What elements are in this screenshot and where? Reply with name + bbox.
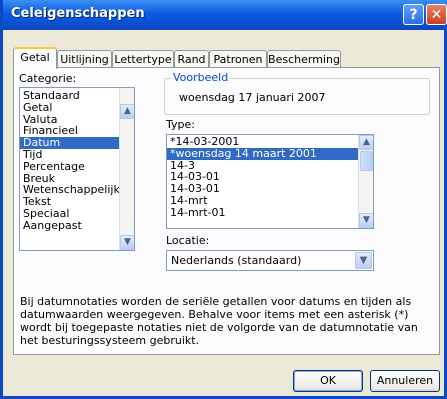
list-item[interactable]: Percentage [20,160,134,173]
tab-patronen[interactable]: Patronen [209,50,267,68]
list-item[interactable]: Getal [20,101,134,114]
format-description: Bij datumnotaties worden de seriële geta… [20,295,418,347]
chevron-down-icon[interactable]: ▼ [355,252,372,269]
tab-uitlijning[interactable]: Uitlijning [57,50,112,68]
tab-panel-getal: Categorie: Standaard Getal Valuta Financ… [13,67,440,355]
tab-rand[interactable]: Rand [174,50,209,68]
title-bar[interactable]: Celeigenschappen ? ✕ [3,0,447,30]
dialog-title: Celeigenschappen [11,6,145,21]
list-item-selected[interactable]: *woensdag 14 maart 2001 [167,147,373,160]
tab-lettertype[interactable]: Lettertype [112,50,174,68]
list-item[interactable]: Tijd [20,149,134,161]
scroll-up-icon[interactable]: ▲ [120,104,134,119]
tab-bescherming[interactable]: Bescherming [267,50,341,68]
tab-getal[interactable]: Getal [13,47,57,69]
dialog-window: Celeigenschappen ? ✕ Getal Uitlijning Le… [0,0,447,399]
list-item[interactable]: Speciaal [20,208,134,220]
list-item[interactable]: 14-mrt-01 [167,206,373,219]
ok-button[interactable]: OK [293,370,363,392]
scroll-down-icon[interactable]: ▼ [359,213,373,228]
list-item[interactable]: 14-mrt [167,195,373,207]
locatie-select[interactable]: Nederlands (standaard) ▼ [166,250,374,271]
scroll-up-icon[interactable]: ▲ [359,135,373,150]
voorbeeld-group: Voorbeeld woensdag 17 januari 2007 [164,71,430,115]
voorbeeld-legend: Voorbeeld [171,71,231,84]
list-item[interactable]: Aangepast [20,219,134,232]
scroll-thumb[interactable] [360,151,373,171]
voorbeeld-value: woensdag 17 januari 2007 [179,91,326,104]
close-icon[interactable]: ✕ [426,4,447,25]
categorie-list[interactable]: Standaard Getal Valuta Financieel Datum … [19,87,135,251]
categorie-label: Categorie: [19,72,77,85]
cancel-button[interactable]: Annuleren [370,370,440,392]
type-list[interactable]: *14-03-2001 *woensdag 14 maart 2001 14-3… [166,134,374,229]
type-label: Type: [166,118,195,131]
locatie-value: Nederlands (standaard) [171,254,302,267]
locatie-label: Locatie: [166,234,210,247]
help-icon[interactable]: ? [403,4,424,25]
type-scrollbar[interactable]: ▲ ▼ [358,135,373,228]
categorie-scrollbar[interactable]: ▲ ▼ [119,88,134,250]
scroll-down-icon[interactable]: ▼ [120,235,134,250]
